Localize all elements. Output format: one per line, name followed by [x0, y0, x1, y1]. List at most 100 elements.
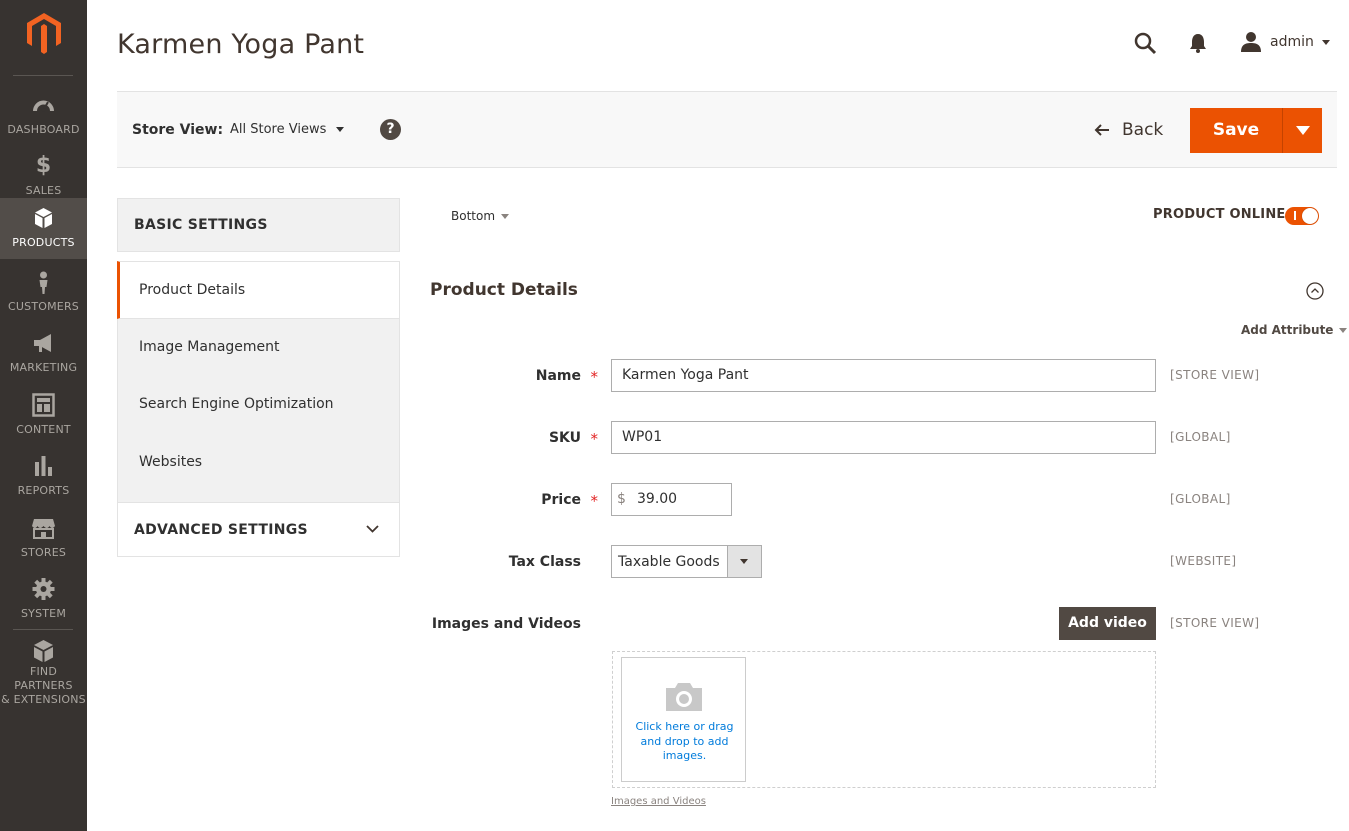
advanced-settings-label: ADVANCED SETTINGS [134, 522, 308, 538]
add-attribute-button[interactable]: Add Attribute [1241, 323, 1348, 337]
name-field[interactable]: Karmen Yoga Pant [611, 359, 1156, 392]
page-actions-bar: Store View: All Store Views ? Back Save [117, 91, 1337, 168]
chevron-down-icon [1296, 126, 1310, 135]
toggle-knob [1302, 208, 1318, 224]
bar-chart-icon [35, 456, 52, 476]
megaphone-icon [34, 334, 51, 352]
images-scope: [STORE VIEW] [1170, 616, 1260, 630]
nav-divider [13, 629, 73, 630]
product-online-label: PRODUCT ONLINE [1153, 207, 1286, 222]
person-icon [39, 271, 48, 294]
price-value: 39.00 [637, 491, 678, 507]
nav-item-stores[interactable]: STORES [0, 508, 87, 569]
magento-logo-icon[interactable] [24, 12, 64, 54]
settings-item-seo[interactable]: Search Engine Optimization [117, 376, 400, 434]
nav-label-line: FIND PARTNERS [14, 665, 73, 692]
position-value: Bottom [451, 209, 496, 223]
cube-icon [35, 208, 52, 228]
product-online-toggle[interactable] [1285, 207, 1319, 225]
nav-label: SALES [25, 184, 62, 197]
tax-class-select[interactable]: Taxable Goods [611, 545, 762, 578]
nav-item-products[interactable]: PRODUCTS [0, 198, 87, 259]
section-title: Product Details [430, 280, 578, 300]
layout-icon [32, 393, 55, 417]
chevron-down-icon [740, 559, 748, 564]
gear-icon [32, 578, 55, 600]
sku-scope: [GLOBAL] [1170, 430, 1231, 444]
store-view-switcher[interactable]: All Store Views [230, 122, 345, 137]
dollar-icon: $ [35, 153, 52, 178]
user-name: admin [1270, 34, 1314, 50]
nav-label: CUSTOMERS [8, 300, 79, 313]
sku-label-text: SKU [548, 430, 581, 446]
name-scope: [STORE VIEW] [1170, 368, 1260, 382]
name-label-text: Name [535, 368, 581, 384]
help-icon[interactable]: ? [380, 119, 401, 140]
toggle-on-mark [1294, 211, 1296, 220]
nav-label-line: & EXTENSIONS [1, 693, 86, 706]
settings-item-websites[interactable]: Websites [117, 434, 400, 504]
tax-class-scope: [WEBSITE] [1170, 554, 1237, 568]
user-menu[interactable]: admin [1240, 30, 1330, 54]
nav-label: CONTENT [16, 423, 71, 436]
settings-item-image-management[interactable]: Image Management [117, 319, 400, 377]
admin-sidebar: DASHBOARD $ SALES PRODUCTS CUSTOMERS MAR… [0, 0, 87, 831]
nav-item-customers[interactable]: CUSTOMERS [0, 262, 87, 323]
chevron-down-icon [336, 127, 345, 132]
required-mark: * [590, 492, 599, 510]
add-video-button[interactable]: Add video [1059, 607, 1156, 640]
currency-symbol: $ [617, 491, 626, 507]
images-videos-label: Images and Videos [431, 616, 581, 632]
advanced-settings-heading[interactable]: ADVANCED SETTINGS [117, 502, 400, 557]
basic-settings-heading[interactable]: BASIC SETTINGS [117, 198, 400, 252]
required-mark: * [590, 368, 599, 386]
chevron-down-icon [501, 213, 510, 219]
images-videos-link[interactable]: Images and Videos [611, 796, 706, 807]
sku-label: SKU * [411, 430, 598, 448]
collapse-icon[interactable] [1306, 282, 1324, 300]
dashboard-icon [33, 100, 54, 112]
back-button[interactable]: Back [1094, 119, 1163, 141]
nav-label: PRODUCTS [12, 236, 75, 249]
chevron-down-icon [1339, 327, 1348, 333]
page-title: Karmen Yoga Pant [117, 29, 365, 60]
position-select[interactable]: Bottom [451, 209, 510, 223]
nav-item-content[interactable]: CONTENT [0, 385, 87, 446]
back-label: Back [1122, 120, 1164, 140]
store-view-value: All Store Views [230, 122, 327, 137]
tax-class-value: Taxable Goods [618, 554, 720, 570]
required-mark: * [590, 430, 599, 448]
price-label-text: Price [541, 492, 581, 508]
camera-icon [666, 683, 702, 711]
nav-label: DASHBOARD [7, 123, 80, 136]
nav-item-marketing[interactable]: MARKETING [0, 323, 87, 384]
user-icon [1241, 32, 1261, 52]
select-toggle[interactable] [727, 546, 761, 577]
storefront-icon [32, 519, 55, 539]
chevron-down-icon [366, 525, 379, 533]
search-icon[interactable] [1133, 31, 1157, 55]
save-button[interactable]: Save [1190, 108, 1282, 153]
box-icon [34, 640, 53, 662]
tax-class-label: Tax Class [508, 554, 581, 570]
price-scope: [GLOBAL] [1170, 492, 1231, 506]
chevron-down-icon [1321, 39, 1330, 45]
nav-item-dashboard[interactable]: DASHBOARD [0, 85, 87, 146]
name-label: Name * [411, 368, 598, 386]
settings-item-product-details[interactable]: Product Details [117, 261, 400, 319]
upload-instructions[interactable]: Click here or drag and drop to add image… [634, 720, 735, 764]
nav-label: FIND PARTNERS & EXTENSIONS [0, 665, 87, 707]
nav-item-find-partners[interactable]: FIND PARTNERS & EXTENSIONS [0, 631, 87, 706]
bell-icon[interactable] [1187, 32, 1209, 54]
price-field[interactable]: $ 39.00 [611, 483, 732, 516]
add-attribute-label: Add Attribute [1241, 323, 1334, 337]
save-options-toggle[interactable] [1282, 108, 1322, 153]
store-view-label: Store View: [132, 122, 224, 138]
sku-field[interactable]: WP01 [611, 421, 1156, 454]
nav-item-system[interactable]: SYSTEM [0, 569, 87, 630]
nav-divider [13, 75, 73, 76]
price-label: Price * [411, 492, 598, 510]
image-upload-box[interactable]: Click here or drag and drop to add image… [621, 657, 746, 782]
nav-label: SYSTEM [20, 607, 67, 620]
nav-item-reports[interactable]: REPORTS [0, 446, 87, 507]
